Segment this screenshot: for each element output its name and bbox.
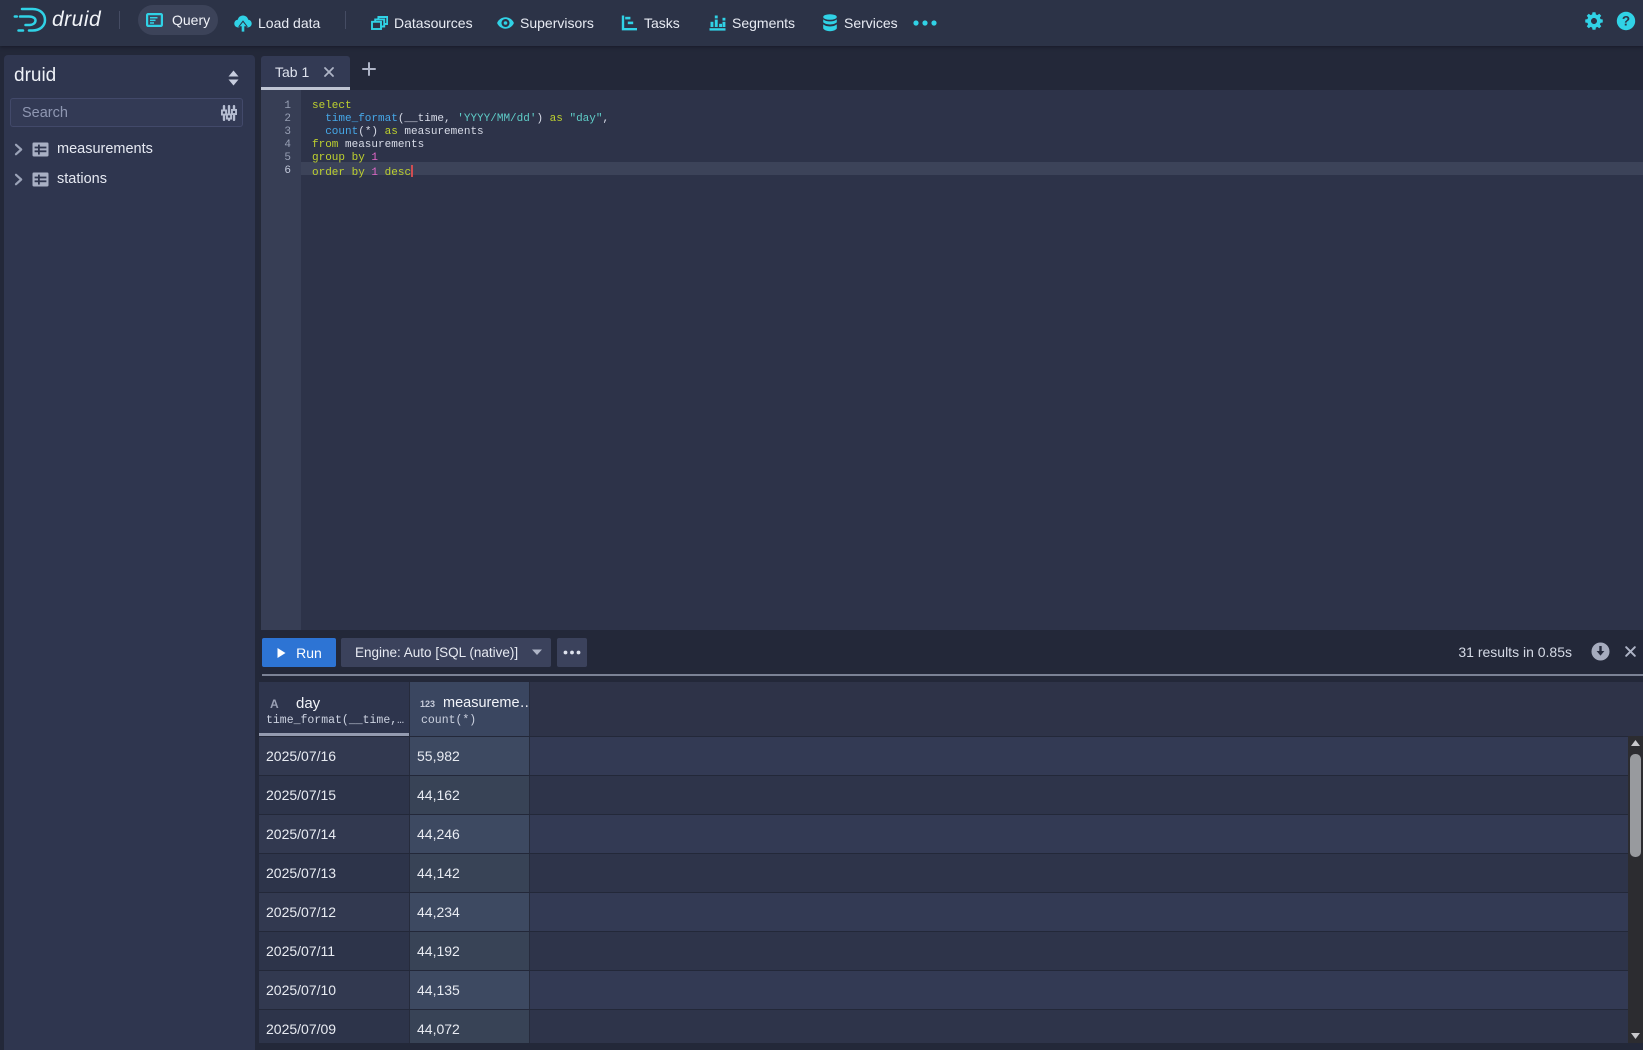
svg-text:?: ? — [1622, 14, 1630, 29]
